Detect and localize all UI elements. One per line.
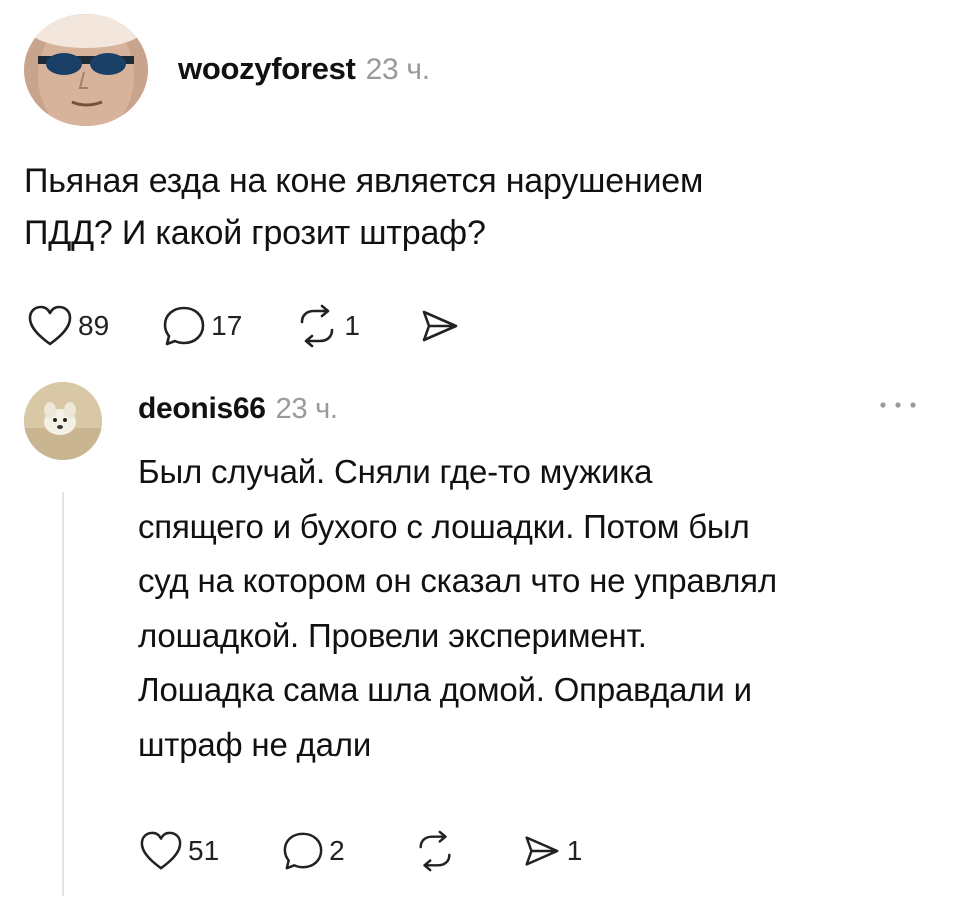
comment-button[interactable]: 17 (161, 304, 242, 348)
post-text: Пьяная езда на коне является нарушением … (24, 155, 904, 259)
repost-icon (301, 304, 334, 348)
more-icon[interactable] (874, 395, 922, 415)
post-text-line: Пьяная езда на коне является нарушением (24, 162, 704, 200)
reply-like-count: 51 (188, 835, 220, 866)
heart-icon (28, 305, 72, 346)
reply-text-line: лошадкой. Провели эксперимент. (138, 616, 647, 654)
send-icon (422, 310, 458, 342)
reply-text-line: спящего и бухого с лошадки. Потом был (138, 507, 750, 545)
post-actions: 89 17 1 (26, 304, 462, 348)
reply-share-count: 1 (566, 835, 583, 866)
reply-username[interactable]: deonis66 (138, 392, 266, 425)
timestamp: 23 ч. (365, 53, 430, 86)
reply-repost-button[interactable] (413, 830, 457, 872)
repost-button[interactable]: 1 (294, 304, 360, 348)
reply-timestamp: 23 ч. (275, 393, 338, 425)
heart-icon (140, 831, 182, 870)
reply-avatar[interactable] (24, 382, 102, 460)
reply-actions: 51 2 1 (138, 830, 582, 872)
reply-text-line: Был случай. Сняли где-то мужика (138, 453, 653, 490)
avatar[interactable] (24, 14, 148, 126)
speech-bubble-icon (163, 306, 205, 346)
reply-header: deonis66 23 ч. (138, 392, 338, 426)
thread-line (62, 492, 64, 896)
reply-like-button[interactable]: 51 (138, 830, 219, 872)
send-icon (525, 836, 559, 866)
reply-comment-count: 2 (329, 835, 345, 866)
like-button[interactable]: 89 (26, 304, 109, 348)
speech-bubble-icon (283, 832, 323, 870)
comment-count: 17 (211, 310, 243, 341)
like-count: 89 (78, 310, 110, 341)
repost-icon (419, 830, 451, 872)
share-button[interactable] (416, 304, 462, 348)
reply-text-line: штраф не дали (138, 725, 372, 763)
reply-text: Был случай. Сняли где-то мужика спящего … (138, 445, 938, 772)
repost-count: 1 (344, 310, 360, 341)
reply-share-button[interactable]: 1 (519, 830, 583, 872)
post-text-line: ПДД? И какой грозит штраф? (24, 214, 486, 252)
reply-text-line: Лошадка сама шла домой. Оправдали и (138, 671, 752, 708)
post-header: woozyforest 23 ч. (178, 51, 430, 87)
username[interactable]: woozyforest (178, 51, 356, 86)
reply-comment-button[interactable]: 2 (281, 830, 345, 872)
reply-text-line: суд на котором он сказал что не управлял (138, 562, 777, 599)
